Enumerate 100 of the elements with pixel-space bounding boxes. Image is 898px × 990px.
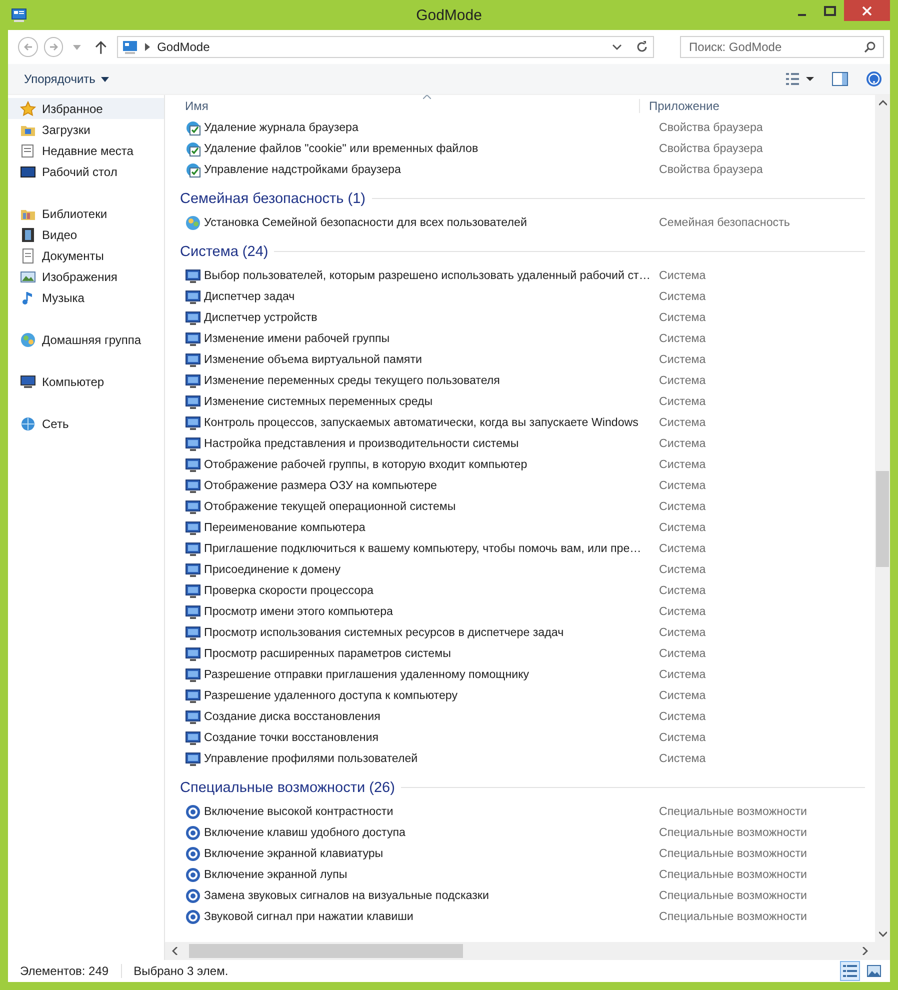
monitor-icon — [185, 498, 201, 514]
desktop-icon — [20, 164, 36, 180]
list-row[interactable]: Включение высокой контрастности Специальные возможности — [165, 801, 875, 822]
refresh-icon[interactable] — [635, 40, 650, 54]
up-arrow-icon[interactable] — [95, 40, 108, 54]
list-icon — [843, 965, 857, 977]
arrow-left-icon — [22, 42, 33, 52]
list-row[interactable]: Изменение системных переменных среды Система — [165, 391, 875, 412]
monitor-icon — [185, 414, 201, 430]
accessibility-icon — [185, 846, 201, 862]
list-row[interactable]: Выбор пользователей, которым разрешено использовать удаленный рабочий ст… Система — [165, 265, 875, 286]
close-icon — [862, 6, 872, 16]
monitor-icon — [185, 330, 201, 346]
list-row[interactable]: Диспетчер устройств Система — [165, 307, 875, 328]
sidebar-item[interactable]: Видео — [8, 224, 164, 245]
sidebar-item[interactable]: Изображения — [8, 266, 164, 287]
image-icon — [20, 268, 36, 284]
globe-check-icon — [185, 120, 201, 136]
chevron-down-icon[interactable] — [612, 44, 622, 50]
scrollbar-thumb[interactable] — [876, 471, 889, 567]
search-field[interactable]: Поиск: GodMode — [680, 36, 884, 58]
scroll-up-icon[interactable] — [878, 99, 886, 107]
help-icon[interactable] — [866, 71, 882, 87]
star-icon — [20, 100, 36, 116]
accessibility-icon — [185, 804, 201, 820]
sidebar-item[interactable]: Компьютер — [8, 371, 164, 392]
arrow-right-icon — [48, 42, 59, 52]
monitor-icon — [185, 288, 201, 304]
sort-caret-icon — [423, 95, 431, 99]
group-header[interactable]: Семейная безопасность (1) — [180, 190, 366, 206]
item-count: Элементов: 249 — [20, 964, 110, 978]
list-row[interactable]: Диспетчер задач Система — [165, 286, 875, 307]
document-icon — [20, 142, 36, 158]
list-row[interactable]: Отображение рабочей группы, в которую входит компьютер Система — [165, 454, 875, 475]
list-row[interactable]: Приглашение подключиться к вашему компьютеру, чтобы помочь вам, или пре… Система — [165, 538, 875, 559]
sidebar-item[interactable]: Рабочий стол — [8, 161, 164, 182]
group-header[interactable]: Система (24) — [180, 244, 268, 260]
list-row[interactable]: Включение экранной лупы Специальные возможности — [165, 864, 875, 885]
list-row[interactable]: Отображение размера ОЗУ на компьютере Система — [165, 475, 875, 496]
close-button[interactable] — [844, 0, 890, 21]
sidebar-item[interactable]: Сеть — [8, 413, 164, 434]
monitor-icon — [185, 646, 201, 662]
list-row[interactable]: Проверка скорости процессора Система — [165, 580, 875, 601]
scrollbar-thumb[interactable] — [189, 944, 463, 958]
preview-pane-icon[interactable] — [832, 72, 848, 86]
window-title: GodMode — [415, 6, 483, 24]
list-row[interactable]: Создание диска восстановления Система — [165, 706, 875, 727]
address-bar[interactable]: GodMode — [117, 36, 654, 58]
list-row[interactable]: Включение клавиш удобного доступа Специальные возможности — [165, 822, 875, 843]
list-row[interactable]: Включение экранной клавиатуры Специальные возможности — [165, 843, 875, 864]
monitor-icon — [185, 268, 201, 284]
group-header[interactable]: Специальные возможности (26) — [180, 780, 395, 796]
list-row[interactable]: Переименование компьютера Система — [165, 517, 875, 538]
list-row[interactable]: Удаление журнала браузера Свойства браузера — [165, 117, 875, 138]
list-row[interactable]: Разрешение отправки приглашения удаленному помощнику Система — [165, 664, 875, 685]
sidebar-item[interactable]: Недавние места — [8, 140, 164, 161]
list-row[interactable]: Изменение объема виртуальной памяти Система — [165, 349, 875, 370]
search-icon — [864, 41, 876, 53]
list-row[interactable]: Звуковой сигнал при нажатии клавиши Специальные возможности — [165, 906, 875, 927]
list-row[interactable]: Установка Семейной безопасности для всех пользователей Семейная безопасность — [165, 212, 875, 233]
sidebar-item[interactable]: Избранное — [8, 98, 164, 119]
sidebar-item[interactable]: Домашняя группа — [8, 329, 164, 350]
list-row[interactable]: Просмотр расширенных параметров системы Система — [165, 643, 875, 664]
minimize-icon — [798, 14, 806, 16]
details-view-button[interactable] — [840, 961, 860, 981]
list-row[interactable]: Управление надстройками браузера Свойства браузера — [165, 159, 875, 180]
monitor-icon — [185, 562, 201, 578]
sidebar-item[interactable]: Загрузки — [8, 119, 164, 140]
view-options-icon[interactable] — [786, 73, 814, 85]
organize-button[interactable]: Упорядочить — [18, 68, 116, 90]
list-row[interactable]: Изменение переменных среды текущего пользователя Система — [165, 370, 875, 391]
sidebar-item[interactable]: Музыка — [8, 287, 164, 308]
list-row[interactable]: Удаление файлов "cookie" или временных файлов Свойства браузера — [165, 138, 875, 159]
monitor-icon — [185, 750, 201, 766]
maximize-icon — [824, 6, 836, 16]
list-row[interactable]: Настройка представления и производительности системы Система — [165, 433, 875, 454]
monitor-icon — [185, 520, 201, 536]
list-row[interactable]: Просмотр использования системных ресурсов в диспетчере задач Система — [165, 622, 875, 643]
list-row[interactable]: Создание точки восстановления Система — [165, 727, 875, 748]
breadcrumb[interactable]: GodMode — [157, 40, 210, 54]
scroll-down-icon[interactable] — [878, 930, 886, 938]
monitor-icon — [185, 478, 201, 494]
list-row[interactable]: Замена звуковых сигналов на визуальные подсказки Специальные возможности — [165, 885, 875, 906]
list-row[interactable]: Контроль процессов, запускаемых автоматически, когда вы запускаете Windows Система — [165, 412, 875, 433]
sidebar-item[interactable]: Библиотеки — [8, 203, 164, 224]
column-header[interactable]: Приложение — [639, 99, 720, 113]
column-header[interactable]: Имя — [165, 99, 639, 113]
monitor-icon — [185, 708, 201, 724]
globe-people-icon — [20, 332, 36, 348]
list-row[interactable]: Просмотр имени этого компьютера Система — [165, 601, 875, 622]
accessibility-icon — [185, 908, 201, 924]
scroll-left-icon[interactable] — [171, 947, 179, 955]
list-row[interactable]: Управление профилями пользователей Система — [165, 748, 875, 769]
sidebar-item[interactable]: Документы — [8, 245, 164, 266]
list-row[interactable]: Присоединение к домену Система — [165, 559, 875, 580]
list-row[interactable]: Изменение имени рабочей группы Система — [165, 328, 875, 349]
list-row[interactable]: Разрешение удаленного доступа к компьютеру Система — [165, 685, 875, 706]
scroll-right-icon[interactable] — [861, 947, 869, 955]
list-row[interactable]: Отображение текущей операционной системы Система — [165, 496, 875, 517]
document-icon — [20, 248, 36, 264]
